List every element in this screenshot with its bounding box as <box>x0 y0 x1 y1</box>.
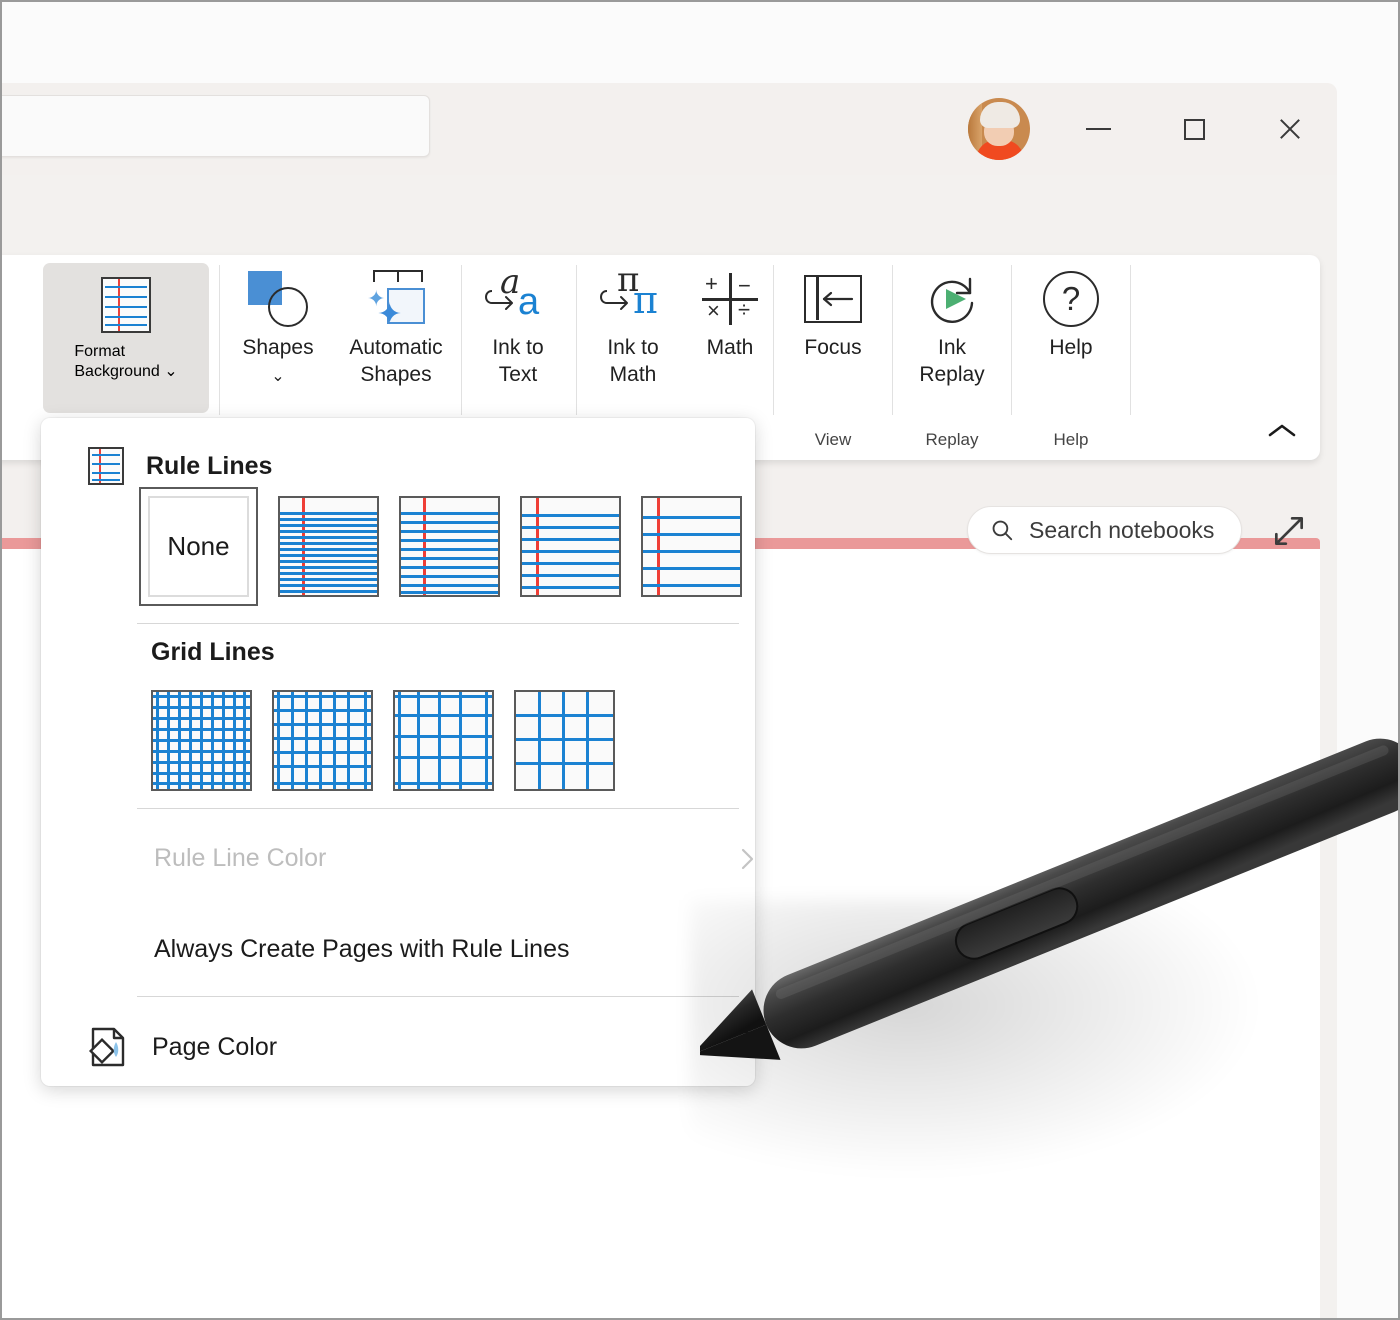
title-bar <box>0 83 1337 175</box>
avatar[interactable] <box>968 98 1030 160</box>
ink-to-math-label-line2: Math <box>610 363 657 386</box>
shapes-label: Shapes <box>242 336 313 359</box>
rule-line-option-wide-ruled[interactable] <box>641 496 742 597</box>
group-label-replay: Replay <box>893 431 1011 448</box>
chevron-right-icon <box>737 846 759 877</box>
frame-border-left <box>0 0 2 1320</box>
close-icon <box>1277 116 1303 142</box>
format-background-button[interactable]: Format Background ⌄ <box>43 263 209 413</box>
menu-item-always-create-pages-with-rule-lines[interactable]: Always Create Pages with Rule Lines <box>154 935 569 964</box>
search-notebooks-input[interactable]: Search notebooks <box>967 506 1242 554</box>
focus-button[interactable]: Focus <box>785 263 881 413</box>
automatic-shapes-label-line2: Shapes <box>360 363 431 386</box>
group-label-help: Help <box>1012 431 1130 448</box>
help-label: Help <box>1049 336 1092 359</box>
ink-replay-button[interactable]: Ink Replay <box>904 263 1000 413</box>
screenshot-root: Search notebooks <box>0 0 1400 1320</box>
ink-to-math-icon: π π <box>597 269 669 329</box>
rule-line-none-label: None <box>167 531 229 562</box>
math-button[interactable]: + − × ÷ Math <box>682 263 778 413</box>
focus-icon <box>804 275 862 323</box>
page-color-icon <box>88 1026 128 1068</box>
ink-replay-icon <box>924 271 980 327</box>
grid-line-option-tiny-grid[interactable] <box>151 690 252 791</box>
ribbon-group-help: ? Help Help <box>1012 255 1130 460</box>
ribbon-group-replay: Ink Replay Replay <box>893 255 1011 460</box>
rule-line-color-label: Rule Line Color <box>154 844 326 873</box>
minimize-icon <box>1086 128 1111 130</box>
menu-divider <box>137 808 739 809</box>
page-color-label: Page Color <box>152 1033 277 1062</box>
menu-divider <box>137 623 739 624</box>
title-search-box[interactable] <box>0 95 430 157</box>
menu-divider <box>137 996 739 997</box>
rule-line-option-narrow-ruled[interactable] <box>278 496 379 597</box>
chevron-down-icon: ⌄ <box>164 363 177 380</box>
format-background-label-line1: Format <box>74 343 125 360</box>
help-button[interactable]: ? Help <box>1023 263 1119 413</box>
expand-button[interactable] <box>1270 512 1308 550</box>
grid-lines-options <box>151 690 615 791</box>
ruled-paper-icon <box>101 277 151 333</box>
search-placeholder: Search notebooks <box>1029 517 1214 544</box>
always-create-pages-label: Always Create Pages with Rule Lines <box>154 935 569 964</box>
format-background-label-line2: Background <box>74 363 159 380</box>
search-icon <box>990 518 1015 543</box>
rule-line-option-standard-ruled[interactable] <box>520 496 621 597</box>
close-button[interactable] <box>1259 98 1321 160</box>
maximize-icon <box>1184 119 1205 140</box>
ink-replay-label-line1: Ink <box>938 336 966 359</box>
automatic-shapes-label-line1: Automatic <box>349 336 442 359</box>
group-label-view: View <box>774 431 892 448</box>
expand-diagonal-icon <box>1270 512 1308 550</box>
help-icon: ? <box>1043 271 1099 327</box>
maximize-button[interactable] <box>1163 98 1225 160</box>
grid-line-option-large-grid[interactable] <box>514 690 615 791</box>
minimize-button[interactable] <box>1067 98 1129 160</box>
grid-line-option-medium-grid[interactable] <box>393 690 494 791</box>
rule-lines-options: None <box>139 496 742 606</box>
frame-border-top <box>0 0 1400 2</box>
focus-label: Focus <box>804 336 861 359</box>
ink-to-text-label-line1: Ink to <box>492 336 543 359</box>
ink-to-text-button[interactable]: a a Ink to Text <box>470 263 566 413</box>
shapes-button[interactable]: Shapes ⌄ <box>230 263 326 413</box>
ribbon-group-view: Focus View <box>774 255 892 460</box>
grid-line-option-small-grid[interactable] <box>272 690 373 791</box>
avatar-hair <box>980 102 1020 128</box>
chevron-up-icon <box>1266 421 1298 441</box>
ink-to-math-button[interactable]: π π Ink to Math <box>585 263 681 413</box>
collapse-ribbon-button[interactable] <box>1262 414 1302 448</box>
pen-shadow <box>690 900 1310 1200</box>
menu-item-page-color[interactable]: Page Color <box>88 1018 748 1076</box>
format-background-menu: Rule Lines None <box>41 418 755 1086</box>
grid-lines-title: Grid Lines <box>151 638 275 667</box>
automatic-shapes-button[interactable]: ✦ ✦ Automatic Shapes <box>332 263 460 413</box>
rule-line-option-none[interactable]: None <box>139 487 258 606</box>
menu-item-rule-line-color[interactable]: Rule Line Color <box>154 844 326 873</box>
menu-header: Rule Lines <box>88 447 272 485</box>
ink-to-text-label-line2: Text <box>499 363 538 386</box>
ink-to-text-icon: a a <box>482 269 554 329</box>
rule-lines-title: Rule Lines <box>146 452 272 481</box>
rule-line-option-college-ruled[interactable] <box>399 496 500 597</box>
ruled-paper-icon <box>88 447 124 485</box>
math-icon: + − × ÷ <box>702 273 758 325</box>
math-label: Math <box>707 336 754 359</box>
shapes-icon <box>248 271 308 327</box>
ink-to-math-label-line1: Ink to <box>607 336 658 359</box>
ink-replay-label-line2: Replay <box>919 363 984 386</box>
automatic-shapes-icon: ✦ ✦ <box>365 270 427 328</box>
chevron-down-icon: ⌄ <box>271 368 284 385</box>
